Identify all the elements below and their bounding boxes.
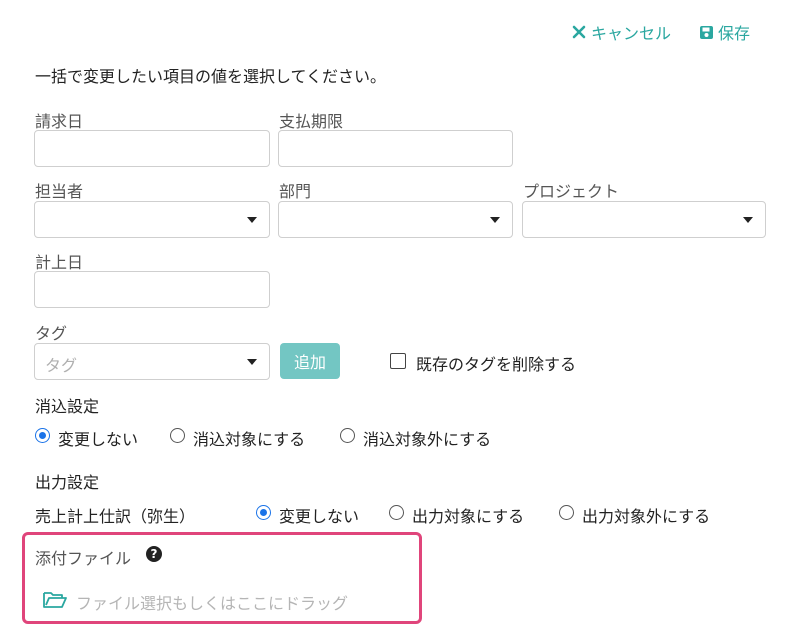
assignee-select[interactable] — [34, 201, 270, 238]
department-select[interactable] — [278, 201, 513, 238]
delete-existing-tags-checkbox[interactable] — [390, 353, 406, 369]
delete-existing-tags-label: 既存のタグを削除する — [416, 355, 577, 374]
reconcile-radio-target[interactable] — [170, 428, 185, 443]
cancel-button[interactable]: キャンセル — [571, 20, 671, 44]
output-label: 出力設定 — [35, 473, 100, 492]
output-option-label: 変更しない — [279, 507, 360, 526]
tag-placeholder: タグ — [45, 356, 78, 375]
tag-label: タグ — [35, 324, 68, 343]
add-tag-button[interactable]: 追加 — [280, 343, 340, 379]
payment-due-input[interactable] — [278, 130, 513, 167]
output-row-label: 売上計上仕訳（弥生） — [35, 507, 196, 526]
cancel-label: キャンセル — [591, 24, 672, 43]
invoice-date-label: 請求日 — [35, 112, 84, 131]
chevron-down-icon — [490, 217, 500, 223]
file-drop-zone[interactable]: ファイル選択もしくはここにドラッグ — [42, 590, 348, 614]
department-label: 部門 — [279, 182, 312, 201]
floppy-disk-icon — [698, 24, 714, 40]
chevron-down-icon — [247, 359, 257, 365]
chevron-down-icon — [743, 217, 753, 223]
posting-date-input[interactable] — [34, 271, 270, 308]
reconcile-option-label: 消込対象外にする — [363, 430, 492, 449]
chevron-down-icon — [247, 217, 257, 223]
reconcile-option-label: 消込対象にする — [193, 430, 306, 449]
tag-select[interactable]: タグ — [34, 343, 270, 380]
output-option-label: 出力対象にする — [412, 507, 525, 526]
close-icon — [571, 24, 587, 40]
output-radio-target[interactable] — [389, 505, 404, 520]
question-circle-icon[interactable]: ? — [146, 546, 162, 562]
assignee-label: 担当者 — [35, 182, 84, 201]
invoice-date-input[interactable] — [34, 130, 270, 167]
save-label: 保存 — [718, 24, 751, 43]
folder-open-icon — [42, 590, 68, 614]
posting-date-label: 計上日 — [35, 253, 84, 272]
output-option-label: 出力対象外にする — [582, 507, 711, 526]
reconcile-label: 消込設定 — [35, 397, 100, 416]
project-label: プロジェクト — [523, 182, 620, 201]
save-button[interactable]: 保存 — [698, 20, 750, 44]
instruction-text: 一括で変更したい項目の値を選択してください。 — [35, 67, 387, 86]
reconcile-option-label: 変更しない — [58, 430, 139, 449]
file-drop-placeholder: ファイル選択もしくはここにドラッグ — [76, 594, 349, 613]
project-select[interactable] — [522, 201, 766, 238]
payment-due-label: 支払期限 — [279, 112, 344, 131]
reconcile-radio-no-change[interactable] — [35, 428, 50, 443]
reconcile-radio-exclude[interactable] — [340, 428, 355, 443]
output-radio-no-change[interactable] — [256, 505, 271, 520]
output-radio-exclude[interactable] — [559, 505, 574, 520]
attachment-label: 添付ファイル — [35, 549, 132, 568]
